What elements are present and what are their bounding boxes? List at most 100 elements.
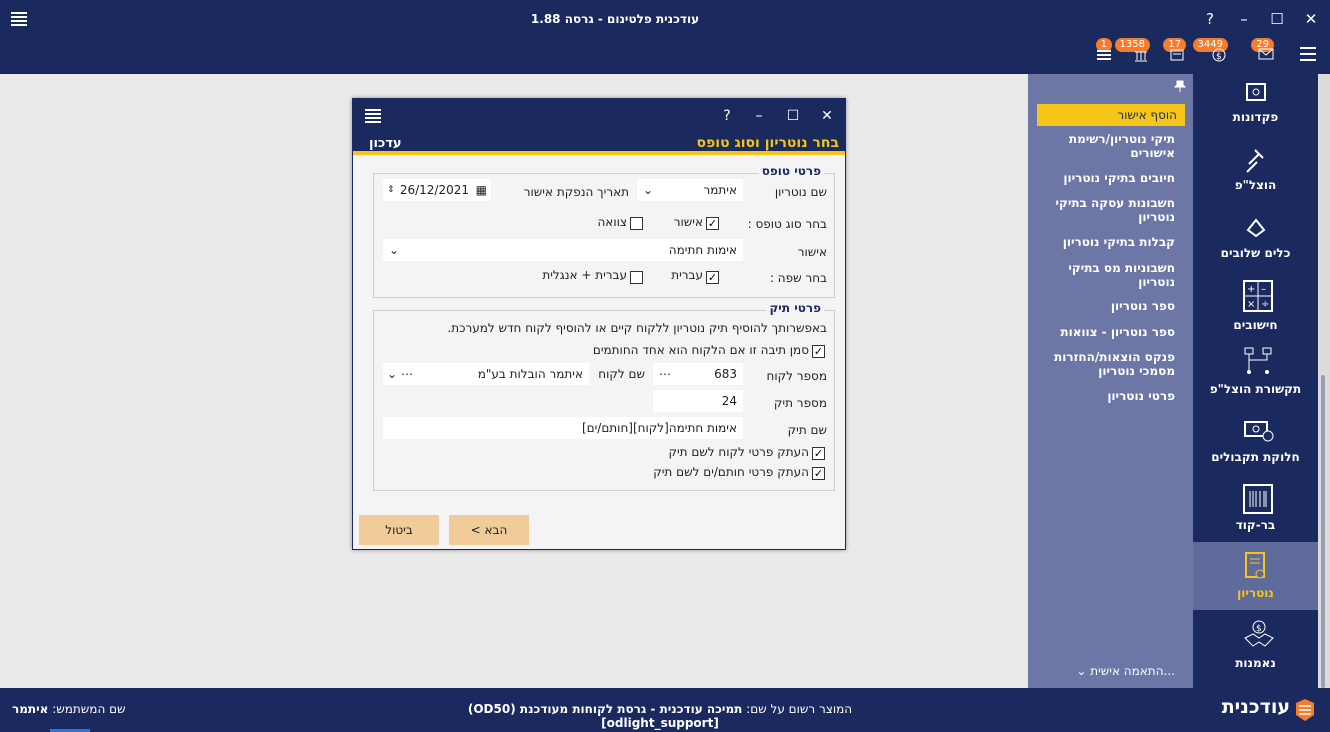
- dialog-header: ? – ☐ ✕ בחר נוטריון וסוג טופס עדכון: [353, 99, 845, 155]
- nav-enforcement-comm[interactable]: תקשורת הוצל"פ: [1193, 346, 1318, 412]
- pin-icon[interactable]: [1174, 80, 1186, 92]
- svg-text:$: $: [1256, 624, 1262, 634]
- customize-link[interactable]: ⌄ התאמה אישית...: [1076, 664, 1175, 678]
- group-legend: פרטי טופס: [758, 164, 824, 178]
- close-button[interactable]: ✕: [817, 107, 837, 125]
- copy-client-checkbox[interactable]: ✓: [812, 447, 825, 460]
- date-label: תאריך הנפקת אישור: [523, 185, 629, 199]
- barcode-icon: [1243, 484, 1273, 514]
- svg-text:×: ×: [1247, 299, 1255, 310]
- hebrew-checkbox[interactable]: ✓: [706, 271, 719, 284]
- hebrew-english-checkbox[interactable]: [630, 271, 643, 284]
- subnav-tax-invoices[interactable]: חשבוניות מס בתיקי נוטריון: [1045, 261, 1175, 289]
- maximize-button[interactable]: ☐: [1265, 8, 1289, 30]
- subnav-notary-details[interactable]: פרטי נוטריון: [1045, 389, 1175, 403]
- subnav-transaction-invoices[interactable]: חשבונות עסקה בתיקי נוטריון: [1045, 196, 1175, 224]
- client-number-input[interactable]: 683 ⋯: [653, 363, 743, 385]
- file-name-input[interactable]: אימות חתימה[לקוח][חותם/ים]: [383, 417, 743, 439]
- next-button[interactable]: הבא >: [449, 515, 529, 545]
- client-name-label: שם לקוח: [598, 367, 645, 381]
- handshake-icon: $: [1244, 620, 1274, 647]
- dialog-title: בחר נוטריון וסוג טופס: [696, 135, 839, 151]
- notary-submenu: הוסף אישור תיקי נוטריון/רשימת אישורים חי…: [1028, 74, 1193, 688]
- notification-mail[interactable]: 29: [1251, 38, 1284, 66]
- maximize-button[interactable]: ☐: [783, 107, 803, 125]
- document-icon: [1170, 49, 1184, 61]
- notification-document[interactable]: 17: [1163, 38, 1196, 66]
- group-legend: פרטי תיק: [766, 301, 824, 315]
- registration-info: המוצר רשום על שם: תמיכה עודכנית - גרסת ל…: [467, 702, 853, 730]
- close-button[interactable]: ✕: [1299, 8, 1323, 30]
- client-name-select[interactable]: איתמר הובלות בע"מ ⋯ ⌄: [383, 363, 589, 385]
- notification-stack[interactable]: 1: [1090, 38, 1122, 66]
- language-label: בחר שפה :: [769, 271, 827, 285]
- nav-calculations[interactable]: + – × ÷ חישובים: [1193, 278, 1318, 344]
- select-notary-dialog: ? – ☐ ✕ בחר נוטריון וסוג טופס עדכון פרטי…: [352, 98, 846, 550]
- menu-icon[interactable]: [1300, 47, 1316, 61]
- spinner-icon: ⇕: [387, 185, 395, 195]
- nav-deposits[interactable]: פקדונות: [1193, 74, 1318, 140]
- file-name-label: שם תיק: [787, 423, 827, 437]
- will-checkbox[interactable]: [630, 217, 643, 230]
- subnav-receipts[interactable]: קבלות בתיקי נוטריון: [1045, 235, 1175, 249]
- subnav-notary-files[interactable]: תיקי נוטריון/רשימת אישורים: [1045, 132, 1175, 160]
- nav-receipts-distribution[interactable]: חלוקת תקבולים: [1193, 414, 1318, 480]
- court-icon: [1135, 51, 1147, 62]
- nav-barcode[interactable]: בר-קוד: [1193, 482, 1318, 548]
- client-signer-checkbox[interactable]: ✓: [812, 345, 825, 358]
- more-icon[interactable]: ⋯: [659, 363, 671, 385]
- app-logo-icon: [365, 109, 381, 123]
- notary-select[interactable]: איתמר ⌄: [637, 179, 743, 201]
- app-title: עודכנית פלטינום - גרסה 1.88: [530, 12, 700, 26]
- svg-text:$: $: [1216, 52, 1222, 62]
- approval-checkbox[interactable]: ✓: [706, 217, 719, 230]
- svg-text:–: –: [1261, 284, 1266, 295]
- subnav-add-approval[interactable]: הוסף אישור: [1037, 104, 1185, 126]
- nav-tools[interactable]: כלים שלובים: [1193, 210, 1318, 276]
- username-display: שם המשתמש: איתמר: [12, 702, 126, 716]
- calendar-icon: ▦: [475, 183, 487, 197]
- date-picker[interactable]: 26/12/2021 ▦ ⇕: [383, 179, 491, 201]
- subnav-notary-book[interactable]: ספר נוטריון: [1045, 299, 1175, 313]
- payment-icon: $: [1212, 48, 1226, 62]
- subnav-expenses-ledger[interactable]: פנקס הוצאות/החזרות מסמכי נוטריון: [1045, 350, 1175, 378]
- subnav-charges[interactable]: חיובים בתיקי נוטריון: [1045, 171, 1175, 185]
- notification-payment[interactable]: 3449 $: [1192, 38, 1238, 66]
- more-icon[interactable]: ⋯: [401, 363, 413, 385]
- notary-label: שם נוטריון: [774, 185, 827, 199]
- approval-option-label: אישור: [673, 215, 703, 229]
- client-number-label: מספר לקוח: [766, 369, 827, 383]
- svg-text:+: +: [1247, 284, 1255, 295]
- chevron-down-icon: ⌄: [643, 183, 654, 197]
- deposit-icon: [1246, 83, 1266, 101]
- title-bar: עודכנית פלטינום - גרסה 1.88 ? – ☐ ✕ 29 3…: [0, 0, 1330, 74]
- brand-name: עודכנית: [1221, 696, 1290, 718]
- chevron-down-icon: ⌄: [389, 243, 400, 257]
- minimize-button[interactable]: –: [749, 107, 769, 125]
- gavel-icon: [1246, 149, 1264, 173]
- client-signer-label: סמן תיבה זו אם הלקוח הוא אחד החותמים: [592, 343, 809, 357]
- network-icon: [1244, 347, 1272, 374]
- scrollbar-thumb[interactable]: [1321, 375, 1325, 688]
- hebrew-option-label: עברית: [671, 268, 703, 282]
- copy-signers-checkbox[interactable]: ✓: [812, 467, 825, 480]
- cancel-button[interactable]: ביטול: [359, 515, 439, 545]
- tools-icon: [1246, 218, 1266, 238]
- hebrew-english-option-label: עברית + אנגלית: [542, 268, 627, 282]
- approval-select[interactable]: אימות חתימה ⌄: [383, 239, 743, 261]
- minimize-button[interactable]: –: [1232, 8, 1256, 30]
- nav-enforcement[interactable]: הוצל"פ: [1193, 142, 1318, 208]
- copy-client-label: העתק פרטי לקוח לשם תיק: [668, 445, 809, 459]
- brand-logo-icon: [1296, 699, 1314, 721]
- help-icon[interactable]: ?: [1198, 8, 1222, 30]
- notification-court[interactable]: 1358: [1114, 38, 1160, 66]
- file-number-input[interactable]: 24: [653, 390, 743, 412]
- nav-notary[interactable]: נוטריון: [1193, 542, 1318, 610]
- will-option-label: צוואה: [597, 215, 627, 229]
- subnav-notary-book-wills[interactable]: ספר נוטריון - צוואות: [1045, 325, 1175, 339]
- form-type-label: בחר סוג טופס :: [747, 217, 827, 231]
- dialog-app-name: עדכון: [369, 136, 402, 151]
- help-icon[interactable]: ?: [717, 107, 737, 125]
- status-bar: שם המשתמש: איתמר המוצר רשום על שם: תמיכה…: [0, 688, 1330, 732]
- nav-trust[interactable]: $ נאמנות: [1193, 618, 1318, 684]
